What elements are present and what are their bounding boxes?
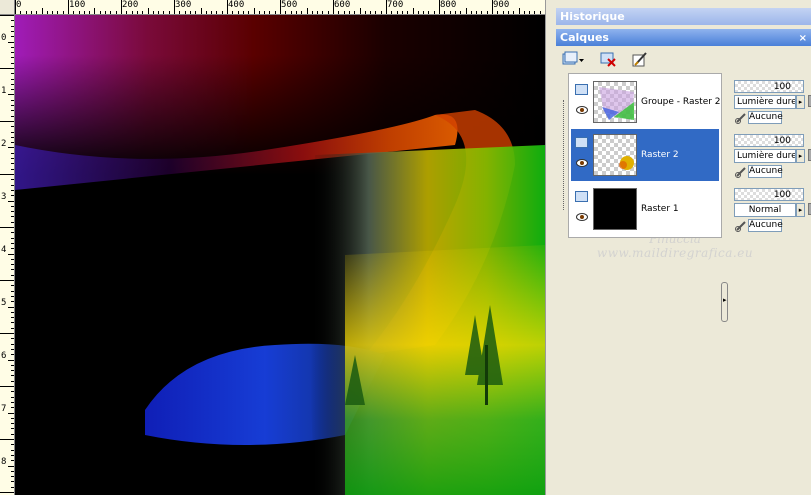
mask-value[interactable]: Aucune [748,165,783,178]
opacity-slider[interactable]: 100 [734,188,804,201]
ruler-top-label: 800 [440,0,457,10]
new-raster-layer-icon [562,51,578,65]
layer-props-groupe-raster-2: 100 Lumière dure ▸ Aucune [731,74,811,126]
ruler-top-label: 100 [69,0,86,10]
layer-props-raster-1: 100 Normal ▸ Aucune [731,182,811,234]
layers-toolbar [556,47,811,71]
ruler-left-label: 5 [1,298,7,308]
chevron-right-icon: ▸ [723,296,727,304]
ruler-left-label: 6 [1,351,7,361]
opacity-fill [735,81,803,92]
ruler-top-label: 900 [493,0,510,10]
new-layer-dropdown[interactable] [578,50,586,68]
opacity-value: 100 [773,82,791,92]
mask-value[interactable]: Aucune [748,219,783,232]
canvas-artwork [15,15,545,495]
blend-mode-select[interactable]: Lumière dure [734,149,796,163]
link-icon[interactable] [735,166,747,178]
layer-properties-button[interactable] [631,50,649,68]
layer-group-icon [575,84,588,95]
opacity-fill [735,135,803,146]
thumbnail-art [599,87,634,120]
opacity-fill [735,189,803,200]
layers-list: Groupe - Raster 2 Raster 2 Raster 1 [568,73,722,238]
panel-splitter-handle[interactable]: ▸ [721,282,728,322]
layer-props-raster-2: 100 Lumière dure ▸ Aucune [731,128,811,180]
opacity-value: 100 [773,190,791,200]
eye-icon[interactable] [576,106,588,114]
layer-name: Groupe - Raster 2 [641,97,721,107]
chevron-right-icon[interactable]: ▸ [796,95,805,109]
delete-layer-icon [600,52,616,67]
ruler-left-label: 3 [1,192,7,202]
layer-name: Raster 2 [641,150,679,160]
ruler-top-label: 0 [16,0,22,10]
eye-icon[interactable] [576,159,588,167]
thumbnail-art [619,156,634,170]
opacity-value: 100 [773,136,791,146]
ruler-left[interactable]: 0 1 2 3 4 5 6 7 8 [0,14,15,495]
opacity-slider[interactable]: 100 [734,80,804,93]
chevron-down-icon [579,59,584,62]
layer-thumbnail [593,188,637,230]
ruler-top-label: 700 [387,0,404,10]
link-icon[interactable] [735,112,747,124]
ruler-top[interactable]: 0 100 200 300 400 500 600 700 800 900 [0,0,548,15]
layer-thumbnail [593,81,637,123]
layer-thumbnail [593,134,637,176]
calques-panel-title[interactable]: Calques × [556,29,811,46]
ruler-left-label: 7 [1,404,7,414]
ruler-left-label: 0 [1,33,7,43]
layer-row-raster-2[interactable]: Raster 2 [571,129,719,181]
watermark: Pinuccia www.maildiregrafica.eu [575,232,775,272]
close-icon[interactable]: × [799,30,807,47]
ruler-top-label: 400 [228,0,245,10]
ruler-left-label: 8 [1,457,7,467]
ruler-top-label: 300 [175,0,192,10]
mask-value[interactable]: Aucune [748,111,783,124]
calques-title-text: Calques [560,31,609,44]
layer-name: Raster 1 [641,204,679,214]
ruler-corner [0,0,15,15]
ruler-top-label: 600 [334,0,351,10]
layer-row-raster-1[interactable]: Raster 1 [571,183,719,235]
ruler-left-label: 1 [1,86,7,96]
eye-icon[interactable] [576,213,588,221]
layer-properties-icon [632,52,647,67]
layer-raster-icon [575,191,588,202]
delete-layer-button[interactable] [599,50,617,68]
opacity-slider[interactable]: 100 [734,134,804,147]
ruler-top-label: 500 [281,0,298,10]
ruler-left-label: 4 [1,245,7,255]
new-raster-layer-button[interactable] [561,50,579,68]
layer-row-groupe-raster-2[interactable]: Groupe - Raster 2 [571,76,721,128]
chevron-right-icon[interactable]: ▸ [796,203,805,217]
layer-raster-icon [575,137,588,148]
blend-mode-select[interactable]: Lumière dure [734,95,796,109]
canvas-scroll-gutter [545,0,555,495]
historique-title-text: Historique [560,10,625,23]
ruler-top-label: 200 [122,0,139,10]
image-canvas[interactable] [15,15,545,495]
blend-mode-select[interactable]: Normal [734,203,796,217]
link-icon[interactable] [735,220,747,232]
watermark-line2: www.maildiregrafica.eu [596,246,754,260]
historique-panel-title[interactable]: Historique [556,8,811,25]
ruler-left-label: 2 [1,139,7,149]
chevron-right-icon[interactable]: ▸ [796,149,805,163]
